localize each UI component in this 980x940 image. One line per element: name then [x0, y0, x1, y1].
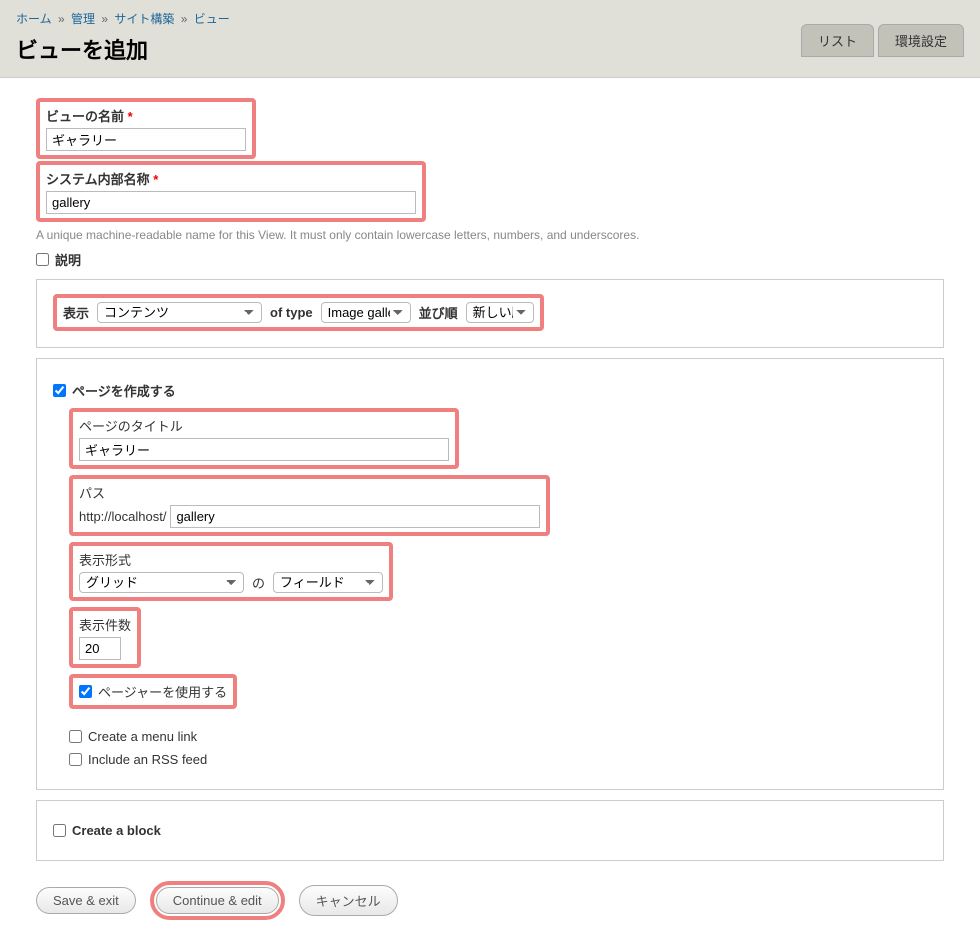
page-title-label: ページのタイトル: [79, 416, 449, 435]
page-title-input[interactable]: [79, 438, 449, 461]
format-of-label: の: [252, 573, 265, 592]
cancel-button[interactable]: キャンセル: [299, 885, 398, 916]
breadcrumb-home[interactable]: ホーム: [16, 12, 52, 26]
path-base: http://localhost/: [79, 509, 166, 524]
description-label: 説明: [55, 250, 81, 269]
description-checkbox[interactable]: [36, 253, 49, 266]
breadcrumb-admin[interactable]: 管理: [71, 12, 95, 26]
header-bar: ホーム » 管理 » サイト構築 » ビュー ビューを追加 リスト 環境設定: [0, 0, 980, 78]
create-block-panel: Create a block: [36, 800, 944, 861]
format-label: 表示形式: [79, 550, 383, 569]
sort-select[interactable]: 新しい順: [466, 302, 534, 323]
of-type-label: of type: [270, 305, 313, 320]
buttons-row: Save & exit Continue & edit キャンセル: [36, 881, 944, 920]
tabs: リスト 環境設定: [801, 24, 964, 57]
items-input[interactable]: [79, 637, 121, 660]
breadcrumb-views[interactable]: ビュー: [194, 12, 230, 26]
rss-label: Include an RSS feed: [88, 752, 207, 767]
create-block-label: Create a block: [72, 823, 161, 838]
continue-edit-button[interactable]: Continue & edit: [156, 887, 279, 914]
rss-checkbox[interactable]: [69, 753, 82, 766]
breadcrumb-structure[interactable]: サイト構築: [114, 12, 174, 26]
view-name-label: ビューの名前 *: [46, 106, 246, 125]
format-field-select[interactable]: フィールド: [273, 572, 383, 593]
save-exit-button[interactable]: Save & exit: [36, 887, 136, 914]
machine-name-label: システム内部名称 *: [46, 169, 416, 188]
menu-link-label: Create a menu link: [88, 729, 197, 744]
show-content-select[interactable]: コンテンツ: [97, 302, 262, 323]
pager-label: ページャーを使用する: [98, 682, 227, 701]
path-input[interactable]: [170, 505, 540, 528]
sort-label: 並び順: [419, 303, 458, 322]
create-block-checkbox[interactable]: [53, 824, 66, 837]
create-page-checkbox[interactable]: [53, 384, 66, 397]
view-name-input[interactable]: [46, 128, 246, 151]
show-panel: 表示 コンテンツ of type Image gallery 並び順 新しい順: [36, 279, 944, 348]
of-type-select[interactable]: Image gallery: [321, 302, 411, 323]
menu-link-checkbox[interactable]: [69, 730, 82, 743]
tab-settings[interactable]: 環境設定: [878, 24, 964, 57]
create-page-panel: ページを作成する ページのタイトル パス http://localhost/: [36, 358, 944, 790]
machine-name-help: A unique machine-readable name for this …: [36, 228, 944, 242]
tab-list[interactable]: リスト: [801, 24, 874, 57]
machine-name-input[interactable]: [46, 191, 416, 214]
format-select[interactable]: グリッド: [79, 572, 244, 593]
path-label: パス: [79, 483, 540, 502]
create-page-label: ページを作成する: [72, 381, 176, 400]
show-label: 表示: [63, 303, 89, 322]
items-label: 表示件数: [79, 615, 131, 634]
pager-checkbox[interactable]: [79, 685, 92, 698]
